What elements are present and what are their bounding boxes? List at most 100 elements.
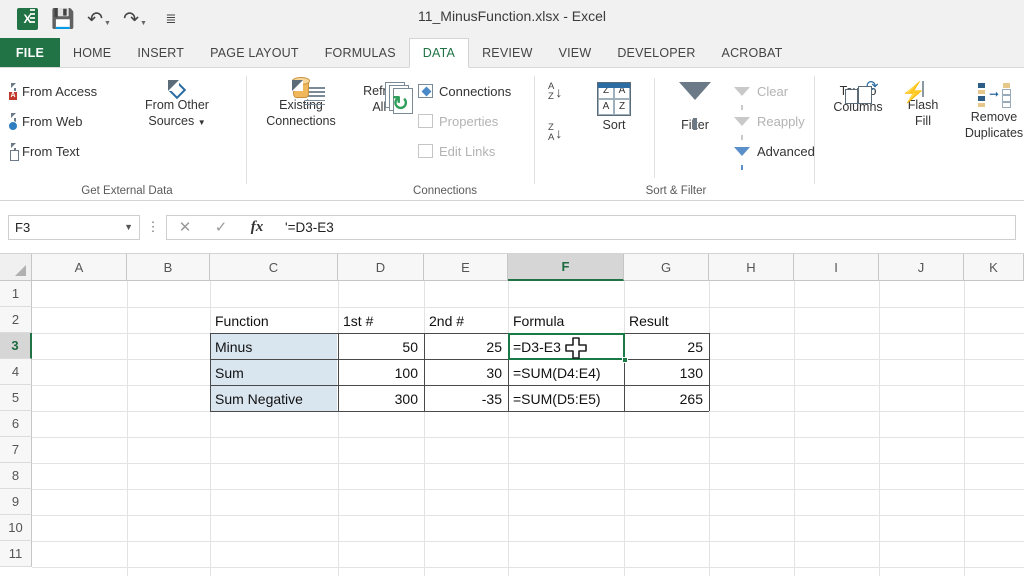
cell-d4[interactable]: 100	[339, 360, 423, 385]
tab-acrobat[interactable]: ACROBAT	[709, 38, 796, 67]
cell-g2[interactable]: Result	[625, 308, 708, 333]
tab-insert[interactable]: INSERT	[124, 38, 197, 67]
redo-icon[interactable]: ↷ ▼	[120, 5, 150, 33]
column-header-a[interactable]: A	[32, 254, 127, 281]
row-header-11[interactable]: 11	[0, 541, 32, 567]
sort-button[interactable]: ZAAZ Sort	[582, 82, 646, 132]
clear-filter-button[interactable]: Clear	[734, 76, 815, 110]
cell-f2[interactable]: Formula	[509, 308, 623, 333]
cell-f4[interactable]: =SUM(D4:E4)	[509, 360, 623, 385]
tab-file[interactable]: FILE	[0, 38, 60, 67]
cell-d5[interactable]: 300	[339, 386, 423, 411]
cell-e3[interactable]: 25	[425, 334, 507, 359]
column-header-c[interactable]: C	[210, 254, 338, 281]
cell-g4[interactable]: 130	[625, 360, 708, 385]
row-header-10[interactable]: 10	[0, 515, 32, 541]
column-header-h[interactable]: H	[709, 254, 794, 281]
cell-c5[interactable]: Sum Negative	[211, 386, 337, 411]
column-header-g[interactable]: G	[624, 254, 709, 281]
edit-links-button[interactable]: Edit Links	[418, 136, 511, 166]
name-box[interactable]: F3 ▼	[8, 214, 140, 240]
sort-ascending-icon: AZ	[548, 81, 555, 102]
refresh-all-button[interactable]: ↻ Refresh All ▼	[354, 82, 416, 114]
select-all-corner[interactable]	[0, 254, 32, 281]
edit-links-label: Edit Links	[439, 143, 496, 159]
enter-icon[interactable]: ✓	[203, 218, 239, 236]
insert-function-icon[interactable]: fx	[239, 219, 275, 236]
tab-view[interactable]: VIEW	[546, 38, 605, 67]
column-header-k[interactable]: K	[964, 254, 1024, 281]
row-header-6[interactable]: 6	[0, 411, 32, 437]
customize-quick-access-toolbar-icon[interactable]: ≣	[156, 5, 186, 33]
row-header-7[interactable]: 7	[0, 437, 32, 463]
gridline-vertical	[709, 281, 710, 576]
cell-c4[interactable]: Sum	[211, 360, 337, 385]
cell-e2[interactable]: 2nd #	[425, 308, 507, 333]
cell-e4[interactable]: 30	[425, 360, 507, 385]
ribbon-group-data-tools: ⟳ Text to Columns ⚡ Flash Fill ➞	[818, 68, 1024, 201]
table-border-inner-2	[210, 385, 709, 386]
connections-label: Connections	[439, 83, 512, 99]
column-header-e[interactable]: E	[424, 254, 508, 281]
sort-ascending-button[interactable]: AZ ↓	[548, 82, 562, 101]
from-access-button[interactable]: A From Access	[8, 76, 97, 106]
reapply-filter-button[interactable]: Reapply	[734, 106, 815, 140]
table-border-left	[210, 333, 211, 411]
connections-button[interactable]: Connections	[418, 76, 511, 106]
gridline-horizontal	[32, 463, 1024, 464]
cell-c3[interactable]: Minus	[211, 334, 337, 359]
column-header-i[interactable]: I	[794, 254, 879, 281]
row-header-3[interactable]: 3	[0, 333, 32, 359]
tab-review[interactable]: REVIEW	[469, 38, 546, 67]
row-header-9[interactable]: 9	[0, 489, 32, 515]
sort-icon: ZAAZ	[597, 82, 631, 116]
clear-filter-label: Clear	[757, 83, 789, 99]
cancel-icon[interactable]: ✕	[167, 218, 203, 236]
from-other-sources-button[interactable]: From Other Sources ▼	[138, 80, 216, 128]
tab-home[interactable]: HOME	[60, 38, 124, 67]
tab-developer[interactable]: DEVELOPER	[604, 38, 708, 67]
from-text-label: From Text	[22, 143, 80, 159]
row-header-2[interactable]: 2	[0, 307, 32, 333]
undo-icon[interactable]: ↶ ▼	[84, 5, 114, 33]
from-web-button[interactable]: From Web	[8, 106, 97, 136]
fill-handle[interactable]	[622, 357, 628, 363]
formula-input[interactable]: '=D3-E3	[275, 214, 1016, 240]
advanced-filter-icon	[734, 146, 751, 170]
save-icon[interactable]: 💾	[48, 5, 78, 33]
column-header-d[interactable]: D	[338, 254, 424, 281]
existing-connections-button[interactable]: Existing Connections	[262, 77, 340, 128]
column-header-j[interactable]: J	[879, 254, 964, 281]
tab-page-layout[interactable]: PAGE LAYOUT	[197, 38, 312, 67]
cell-g5[interactable]: 265	[625, 386, 708, 411]
column-header-f[interactable]: F	[508, 254, 624, 281]
row-header-8[interactable]: 8	[0, 463, 32, 489]
advanced-filter-button[interactable]: Advanced	[734, 136, 815, 170]
column-header-b[interactable]: B	[127, 254, 210, 281]
cell-d3[interactable]: 50	[339, 334, 423, 359]
gridline-horizontal	[32, 437, 1024, 438]
from-web-label: From Web	[22, 113, 83, 129]
from-text-button[interactable]: From Text	[10, 136, 97, 166]
filter-button[interactable]: Filter	[662, 82, 728, 132]
row-header-1[interactable]: 1	[0, 281, 32, 307]
text-to-columns-button[interactable]: ⟳ Text to Columns	[824, 78, 892, 114]
row-header-5[interactable]: 5	[0, 385, 32, 411]
tab-data[interactable]: DATA	[408, 38, 470, 68]
properties-button[interactable]: Properties	[418, 106, 511, 136]
connections-icon	[418, 84, 433, 98]
mouse-cursor-icon	[563, 337, 589, 363]
gridline-vertical	[127, 281, 128, 576]
cell-d2[interactable]: 1st #	[339, 308, 423, 333]
row-header-4[interactable]: 4	[0, 359, 32, 385]
flash-fill-button[interactable]: ⚡ Flash Fill	[894, 81, 952, 128]
from-other-sources-label-line2: Sources ▼	[148, 114, 206, 128]
cell-g3[interactable]: 25	[625, 334, 708, 359]
cell-f5[interactable]: =SUM(D5:E5)	[509, 386, 623, 411]
cell-c2[interactable]: Function	[211, 308, 337, 333]
reapply-filter-label: Reapply	[757, 113, 805, 129]
remove-duplicates-button[interactable]: ➞ Remove Duplicates	[954, 82, 1024, 140]
tab-formulas[interactable]: FORMULAS	[312, 38, 409, 67]
cell-e5[interactable]: -35	[425, 386, 507, 411]
sort-descending-button[interactable]: ZA ↓	[548, 123, 562, 142]
